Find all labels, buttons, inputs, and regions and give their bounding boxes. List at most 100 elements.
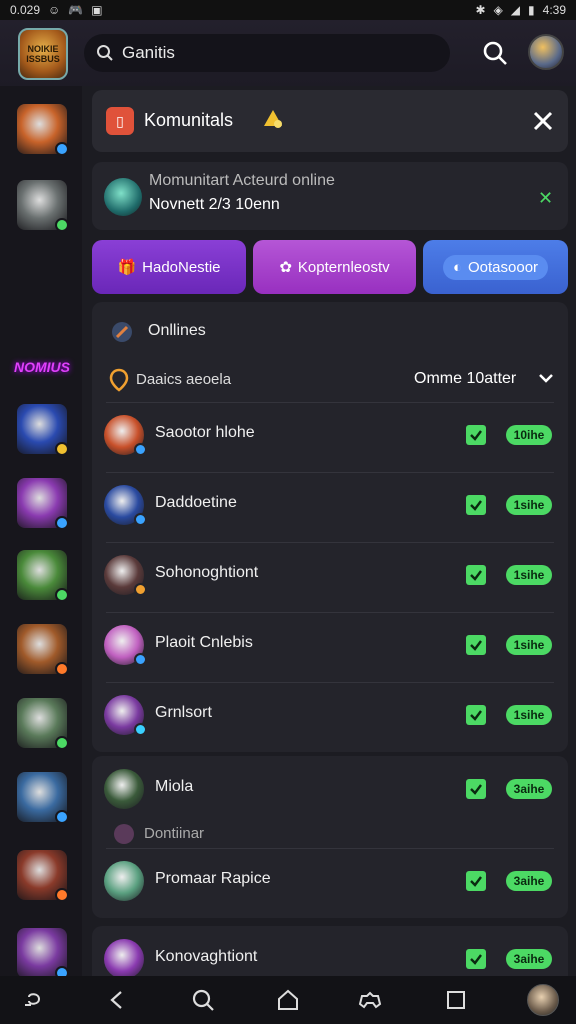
status-dot — [55, 662, 69, 676]
sidebar-item-game-6[interactable] — [17, 550, 69, 602]
member-avatar — [104, 769, 144, 809]
section-status-label: Daaics aeoela — [136, 371, 232, 388]
checkmark-icon[interactable] — [466, 949, 486, 969]
members-panel-2: Dontiinar Miola 3aihe Promaar Rapice 3aihe — [92, 756, 568, 918]
status-dot — [55, 218, 69, 232]
online-avatar — [104, 178, 142, 216]
status-badge: 1sihe — [506, 635, 552, 655]
battery-icon: ▮ — [528, 3, 535, 17]
member-row[interactable]: Sohonoghtiont 1sihe — [92, 542, 568, 612]
online-summary-card[interactable]: Momunitart Acteurd online Novnett 2/3 10… — [92, 162, 568, 230]
member-name: Konovaghtiont — [155, 948, 258, 965]
dismiss-icon[interactable]: ✕ — [538, 188, 553, 209]
status-bar: 0.029 ☺ 🎮 ▣ ✱ ◈ ◢ ▮ 4:39 — [0, 0, 576, 20]
location-icon: ◈ — [493, 3, 503, 17]
signal-icon: ◢ — [510, 3, 521, 17]
status-dot — [55, 516, 69, 530]
online-summary-count: Novnett 2/3 10enn — [149, 196, 280, 213]
sidebar-item-game-8[interactable] — [17, 698, 69, 750]
online-summary-title: Momunitart Acteurd online — [149, 172, 335, 189]
profile-avatar[interactable] — [527, 984, 559, 1016]
status-badge: 1sihe — [506, 565, 552, 585]
filter-dropdown[interactable]: Omme 10atter — [414, 370, 516, 388]
sidebar-item-game-2[interactable] — [17, 180, 69, 232]
sidebar-item-game-5[interactable] — [17, 478, 69, 530]
member-row[interactable]: Daddoetine 1sihe — [92, 472, 568, 542]
search-icon — [97, 45, 113, 61]
member-avatar — [104, 485, 147, 526]
member-row[interactable]: Promaar Rapice 3aihe — [92, 848, 568, 918]
tab-bar: 🎁 HadoNestie ✿ Kopternleostv ◐ Ootasooor — [92, 240, 568, 296]
status-badge: 3aihe — [506, 779, 552, 799]
gamepad-icon[interactable] — [356, 986, 384, 1014]
presence-dot — [134, 653, 147, 666]
member-row[interactable]: Saootor hlohe 10ihe — [92, 402, 568, 472]
checkmark-icon[interactable] — [466, 779, 486, 799]
member-avatar — [104, 861, 144, 901]
back-gesture-icon[interactable] — [20, 986, 48, 1014]
back-icon[interactable] — [103, 986, 131, 1014]
heart-icon — [114, 824, 134, 844]
location-pin-icon — [109, 368, 129, 392]
member-avatar — [104, 939, 144, 979]
app-logo[interactable]: NOIKIE ISSBUS — [18, 28, 68, 80]
community-icon: ▯ — [106, 107, 134, 135]
user-avatar[interactable] — [528, 34, 564, 70]
bell-icon[interactable] — [260, 106, 286, 132]
sparkle-icon: ✿ — [279, 259, 292, 276]
emoji-icon: ☺ — [48, 3, 61, 17]
presence-dot — [134, 723, 147, 736]
member-row[interactable]: Plaoit Cnlebis 1sihe — [92, 612, 568, 682]
tab-hadonestie[interactable]: 🎁 HadoNestie — [92, 240, 246, 294]
sidebar-item-game-1[interactable] — [17, 104, 69, 156]
status-clock: 4:39 — [542, 3, 566, 17]
status-dot — [55, 442, 69, 456]
sidebar-item-game-11[interactable] — [17, 928, 69, 980]
tab-kopternleostv[interactable]: ✿ Kopternleostv — [253, 240, 416, 294]
member-name: Sohonoghtiont — [155, 564, 259, 581]
status-dot — [55, 810, 69, 824]
status-badge: 3aihe — [506, 949, 552, 969]
tab-ootasooor[interactable]: ◐ Ootasooor — [423, 240, 568, 294]
status-dot — [55, 736, 69, 750]
bluetooth-icon: ✱ — [475, 3, 486, 17]
status-badge: 3aihe — [506, 871, 552, 891]
recents-icon[interactable] — [442, 986, 470, 1014]
presence-dot — [134, 513, 147, 526]
home-icon[interactable] — [274, 986, 302, 1014]
member-name: Promaar Rapice — [155, 870, 271, 887]
member-name: Miola — [155, 778, 194, 795]
checkmark-icon[interactable] — [466, 565, 486, 585]
sidebar-item-game-4[interactable] — [17, 404, 69, 456]
section-status-header: Daaics aeoela Omme 10atter — [92, 358, 568, 402]
sidebar-item-game-7[interactable] — [17, 624, 69, 676]
sidebar-item-game-9[interactable] — [17, 772, 69, 824]
sidebar-brand-logo[interactable]: NOMIUS — [12, 342, 72, 392]
member-avatar — [104, 695, 147, 736]
search-bar[interactable] — [84, 34, 450, 72]
status-dot — [55, 888, 69, 902]
search-icon[interactable] — [189, 986, 217, 1014]
checkmark-icon[interactable] — [466, 495, 486, 515]
checkmark-icon[interactable] — [466, 635, 486, 655]
checkmark-icon[interactable] — [466, 425, 486, 445]
close-icon[interactable] — [530, 108, 556, 134]
checkmark-icon[interactable] — [466, 871, 486, 891]
status-dot — [55, 142, 69, 156]
status-badge: 10ihe — [506, 425, 552, 445]
chevron-down-icon[interactable] — [538, 370, 554, 386]
member-name: Saootor hlohe — [155, 424, 255, 441]
search-input[interactable] — [122, 43, 422, 63]
member-name: Daddoetine — [155, 494, 237, 511]
status-dot — [55, 588, 69, 602]
checkmark-icon[interactable] — [466, 705, 486, 725]
member-row[interactable]: Miola 3aihe — [92, 756, 568, 826]
subsection-label: Dontiinar — [144, 825, 205, 842]
search-icon[interactable] — [482, 40, 508, 66]
tab-label: HadoNestie — [142, 258, 221, 276]
member-row[interactable]: Grnlsort 1sihe — [92, 682, 568, 752]
section-online-header: Onllines — [92, 312, 568, 352]
presence-dot — [134, 583, 147, 596]
sidebar-item-game-10[interactable] — [17, 850, 69, 902]
presence-dot — [134, 443, 147, 456]
